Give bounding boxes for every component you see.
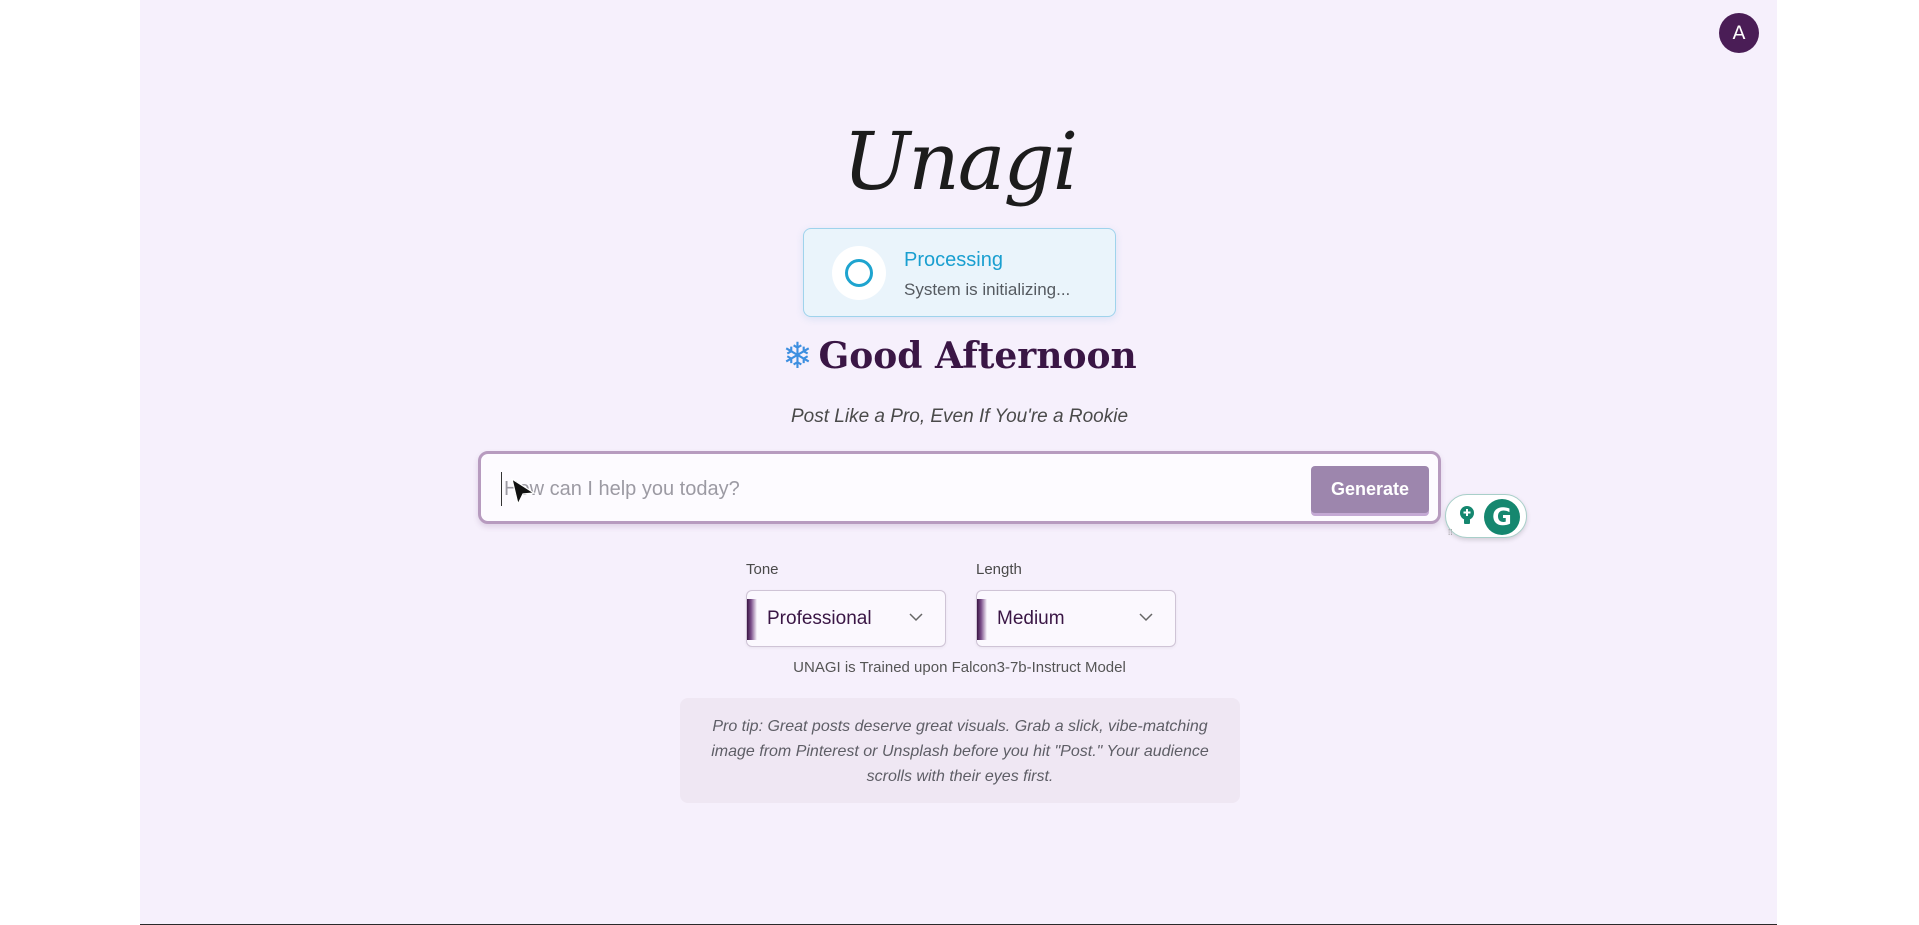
status-card: Processing System is initializing... (803, 228, 1116, 317)
greeting-heading: ❄ Good Afternoon (0, 332, 1919, 381)
grammarly-widget[interactable]: G ⁞⁞ (1445, 494, 1527, 538)
tagline: Post Like a Pro, Even If You're a Rookie (790, 406, 1129, 427)
loading-spinner-icon (832, 246, 886, 300)
lightbulb-icon (1460, 506, 1474, 524)
greeting-text: Good Afternoon (818, 335, 1137, 377)
tone-label: Tone (746, 561, 779, 578)
status-message: System is initializing... (904, 280, 1071, 299)
drag-handle-icon[interactable]: ⁞⁞ (1448, 529, 1452, 537)
snowflake-icon: ❄ (782, 336, 813, 377)
length-value: Medium (997, 608, 1065, 629)
model-note: UNAGI is Trained upon Falcon3-7b-Instruc… (793, 659, 1126, 676)
length-label: Length (976, 561, 1022, 578)
prompt-input[interactable] (501, 472, 1301, 506)
status-title: Processing (904, 249, 1003, 271)
chevron-down-icon (909, 613, 923, 622)
app-logo: Unagi (842, 115, 1078, 208)
prompt-bar: Generate (478, 451, 1441, 524)
user-avatar[interactable]: A (1719, 13, 1759, 53)
mouse-pointer-icon (511, 477, 536, 506)
chevron-down-icon (1139, 613, 1153, 622)
tone-select[interactable]: Professional (746, 590, 946, 647)
grammarly-icon[interactable]: G (1484, 499, 1520, 535)
tone-value: Professional (767, 608, 872, 629)
length-select[interactable]: Medium (976, 590, 1176, 647)
generate-button[interactable]: Generate (1311, 466, 1429, 513)
pro-tip: Pro tip: Great posts deserve great visua… (680, 698, 1240, 803)
